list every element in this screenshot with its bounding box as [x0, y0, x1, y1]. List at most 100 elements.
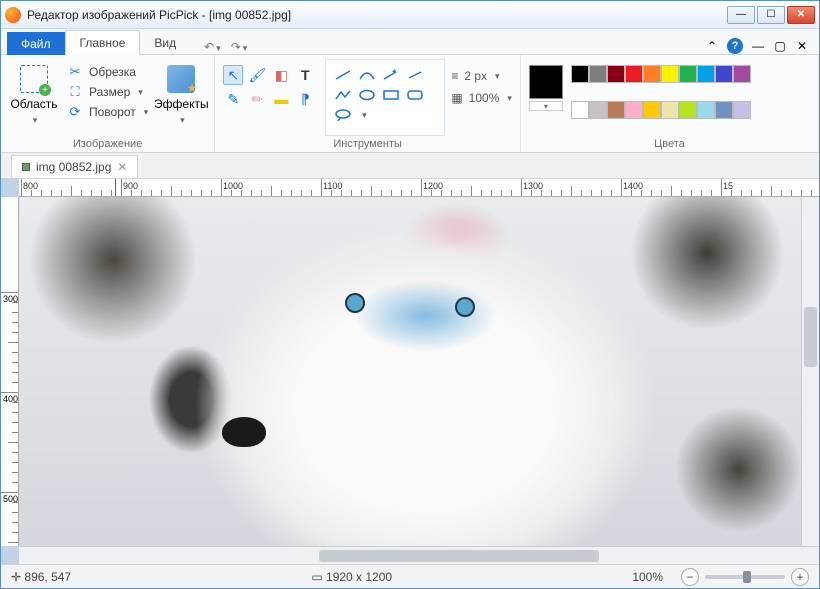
color-swatch[interactable] [589, 101, 607, 119]
color-swatch[interactable] [625, 65, 643, 83]
shape-more[interactable]: ▾ [356, 106, 370, 124]
color-swatch[interactable] [661, 65, 679, 83]
help-icon[interactable]: ? [727, 38, 743, 54]
shape-gallery[interactable]: ▾ [325, 59, 445, 136]
tool-eyedropper[interactable]: ⁋ [295, 89, 315, 109]
current-color-main [529, 65, 563, 99]
titlebar: Редактор изображений PicPick - [img 0085… [1, 1, 819, 29]
workspace: 8009001000110012001300140015 300400500 [1, 179, 819, 564]
tool-marker[interactable]: ✏ [247, 89, 267, 109]
undo-button[interactable]: ↶▾ [204, 40, 221, 54]
color-swatch[interactable] [661, 101, 679, 119]
canvas-image [19, 197, 801, 546]
tool-eraser[interactable]: ◧ [271, 65, 291, 85]
line-width-button[interactable]: ≡2 px▾ [451, 69, 512, 83]
zoom-out-button[interactable]: − [681, 568, 699, 586]
fill-button[interactable]: ▦100%▾ [451, 91, 512, 105]
shape-double-arrow[interactable] [404, 66, 426, 84]
scrollbar-horizontal[interactable] [19, 546, 819, 564]
color-swatch[interactable] [643, 65, 661, 83]
color-swatch[interactable] [589, 65, 607, 83]
rotate-button[interactable]: ⟳Поворот▾ [65, 103, 150, 121]
color-swatch[interactable] [733, 65, 751, 83]
color-swatch[interactable] [733, 101, 751, 119]
color-swatch[interactable] [643, 101, 661, 119]
close-button[interactable]: ✕ [787, 6, 815, 24]
rotate-icon: ⟳ [67, 104, 83, 120]
tool-brush[interactable]: 🖌 [247, 65, 267, 85]
linewidth-icon: ≡ [451, 69, 458, 83]
color-swatch[interactable] [697, 101, 715, 119]
shape-rect[interactable] [380, 86, 402, 104]
color-swatch[interactable] [679, 101, 697, 119]
effects-label: Эффекты [154, 97, 209, 111]
shape-ellipse[interactable] [356, 86, 378, 104]
document-tab-label: img 00852.jpg [36, 160, 111, 174]
doc-icon [22, 163, 30, 171]
scrollbar-vertical[interactable] [801, 197, 819, 546]
tool-pointer[interactable]: ↖ [223, 65, 243, 85]
ribbon-tabs: Файл Главное Вид ↶▾ ↷▾ ⌃ ? — ▢ ✕ [1, 29, 819, 55]
tool-pencil[interactable]: ✎ [223, 89, 243, 109]
color-swatch[interactable] [697, 65, 715, 83]
group-colors: ▾ Цвета [521, 55, 819, 152]
select-icon [20, 65, 48, 93]
color-swatch[interactable] [607, 101, 625, 119]
current-color-dropdown[interactable]: ▾ [529, 101, 563, 111]
effects-button[interactable]: Эффекты ▾ [156, 59, 206, 136]
shape-polyline[interactable] [332, 86, 354, 104]
select-label: Область [10, 97, 57, 111]
shape-callout[interactable] [332, 106, 354, 124]
scroll-thumb-h[interactable] [319, 550, 599, 562]
fill-icon: ▦ [451, 91, 462, 105]
color-swatch[interactable] [625, 101, 643, 119]
shape-curve[interactable] [356, 66, 378, 84]
quick-access: ↶▾ ↷▾ [204, 40, 247, 54]
zoom-in-button[interactable]: + [791, 568, 809, 586]
ribbon: Область ▾ ✂Обрезка ⛶Размер▾ ⟳Поворот▾ Эф… [1, 55, 819, 153]
crop-icon: ✂ [67, 64, 83, 80]
document-tabstrip: img 00852.jpg ✕ [1, 153, 819, 179]
color-swatch[interactable] [715, 101, 733, 119]
shape-line[interactable] [332, 66, 354, 84]
document-tab[interactable]: img 00852.jpg ✕ [11, 155, 138, 178]
tool-highlighter[interactable]: ▬ [271, 89, 291, 109]
resize-button[interactable]: ⛶Размер▾ [65, 83, 150, 101]
zoom-level: 100% [632, 570, 663, 584]
mdi-minimize-icon[interactable]: — [751, 39, 765, 53]
resize-icon: ⛶ [67, 84, 83, 100]
color-swatch[interactable] [571, 65, 589, 83]
tab-view[interactable]: Вид [140, 31, 190, 54]
color-swatch[interactable] [679, 65, 697, 83]
minimize-button[interactable]: — [727, 6, 755, 24]
redo-button[interactable]: ↷▾ [231, 40, 248, 54]
group-image-label: Изображение [9, 136, 206, 150]
current-color[interactable]: ▾ [529, 65, 563, 136]
ruler-vertical[interactable]: 300400500 [1, 197, 19, 546]
shape-roundrect[interactable] [404, 86, 426, 104]
effects-icon [167, 65, 195, 93]
group-image: Область ▾ ✂Обрезка ⛶Размер▾ ⟳Поворот▾ Эф… [1, 55, 215, 152]
color-swatch[interactable] [715, 65, 733, 83]
collapse-ribbon-icon[interactable]: ⌃ [705, 39, 719, 53]
zoom-slider-knob[interactable] [743, 571, 751, 583]
maximize-button[interactable]: ☐ [757, 6, 785, 24]
shape-arrow[interactable] [380, 66, 402, 84]
mdi-restore-icon[interactable]: ▢ [773, 39, 787, 53]
mdi-close-icon[interactable]: ✕ [795, 39, 809, 53]
group-colors-label: Цвета [529, 136, 810, 150]
crop-button[interactable]: ✂Обрезка [65, 63, 150, 81]
close-tab-icon[interactable]: ✕ [117, 160, 127, 174]
color-swatch[interactable] [607, 65, 625, 83]
app-icon [5, 7, 21, 23]
tab-file[interactable]: Файл [7, 32, 65, 55]
color-swatch[interactable] [571, 101, 589, 119]
group-tools: ↖ 🖌 ◧ T ✎ ✏ ▬ ⁋ ▾ [215, 55, 521, 152]
zoom-slider[interactable] [705, 575, 785, 579]
tab-home[interactable]: Главное [65, 30, 141, 55]
scroll-thumb-v[interactable] [804, 307, 817, 367]
canvas[interactable] [19, 197, 801, 546]
tool-text[interactable]: T [295, 65, 315, 85]
select-area-button[interactable]: Область ▾ [9, 59, 59, 136]
ruler-horizontal[interactable]: 8009001000110012001300140015 [19, 179, 819, 197]
